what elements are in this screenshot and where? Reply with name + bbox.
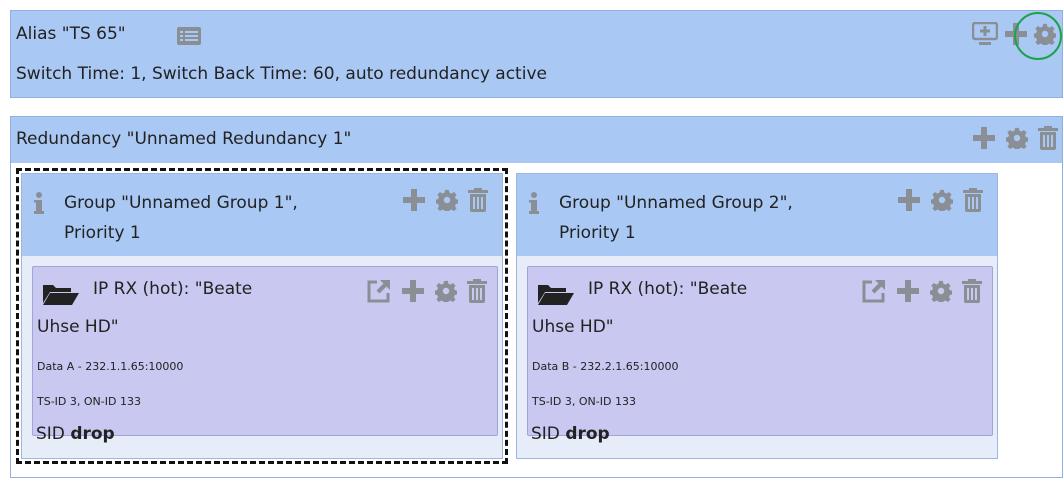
plus-icon[interactable] bbox=[897, 188, 921, 212]
plus-icon[interactable] bbox=[972, 126, 996, 150]
group-title-line2: Priority 1 bbox=[559, 223, 636, 243]
sid-label: SID bbox=[531, 424, 560, 444]
group-toolbar bbox=[402, 188, 488, 212]
folder-open-icon bbox=[538, 283, 574, 305]
group-title-line1: Group "Unnamed Group 1", bbox=[64, 193, 298, 213]
gear-icon[interactable] bbox=[930, 280, 952, 302]
redundancy-title: Redundancy "Unnamed Redundancy 1" bbox=[16, 129, 352, 149]
group-title: Group "Unnamed Group 2", Priority 1 bbox=[559, 188, 793, 248]
group-title: Group "Unnamed Group 1", Priority 1 bbox=[64, 188, 298, 248]
external-link-icon[interactable] bbox=[862, 279, 886, 303]
gear-icon[interactable] bbox=[435, 280, 457, 302]
card-title-line1: IP RX (hot): "Beate bbox=[93, 279, 253, 299]
group-title-line2: Priority 1 bbox=[64, 223, 141, 243]
group-header: Group "Unnamed Group 1", Priority 1 bbox=[22, 174, 502, 256]
card-data-address: Data B - 232.2.1.65:10000 bbox=[532, 360, 679, 373]
gear-icon[interactable] bbox=[1006, 127, 1028, 149]
folder-open-icon bbox=[43, 283, 79, 305]
card-title-line1: IP RX (hot): "Beate bbox=[588, 279, 748, 299]
sid-label: SID bbox=[36, 424, 65, 444]
trash-icon[interactable] bbox=[468, 188, 488, 212]
card-toolbar bbox=[367, 279, 487, 303]
info-icon[interactable] bbox=[529, 192, 539, 214]
redundancy-toolbar bbox=[972, 126, 1058, 150]
plus-icon[interactable] bbox=[401, 279, 425, 303]
trash-icon[interactable] bbox=[1038, 126, 1058, 150]
card-sid: SID drop bbox=[36, 424, 115, 444]
alias-panel: Alias "TS 65" Switch Time: 1, Switch Bac… bbox=[10, 10, 1063, 98]
card-title-line2: Uhse HD" bbox=[532, 317, 614, 337]
trash-icon[interactable] bbox=[467, 279, 487, 303]
list-icon[interactable] bbox=[177, 27, 201, 45]
input-card[interactable]: IP RX (hot): "Beate Uhse HD" Data B - 23… bbox=[527, 266, 993, 436]
monitor-add-icon[interactable] bbox=[972, 22, 998, 46]
card-title-line2: Uhse HD" bbox=[37, 317, 119, 337]
card-sid: SID drop bbox=[531, 424, 610, 444]
gear-highlight-circle bbox=[1014, 12, 1062, 60]
gear-icon[interactable] bbox=[436, 189, 458, 211]
external-link-icon[interactable] bbox=[367, 279, 391, 303]
group-header: Group "Unnamed Group 2", Priority 1 bbox=[517, 174, 997, 256]
gear-icon[interactable] bbox=[931, 189, 953, 211]
sid-value: drop bbox=[70, 424, 115, 444]
card-toolbar bbox=[862, 279, 982, 303]
input-card[interactable]: IP RX (hot): "Beate Uhse HD" Data A - 23… bbox=[32, 266, 498, 436]
card-data-address: Data A - 232.1.1.65:10000 bbox=[37, 360, 184, 373]
info-icon[interactable] bbox=[34, 192, 44, 214]
alias-title: Alias "TS 65" bbox=[16, 24, 126, 44]
group-2[interactable]: Group "Unnamed Group 2", Priority 1 IP R… bbox=[516, 173, 998, 459]
alias-subtitle: Switch Time: 1, Switch Back Time: 60, au… bbox=[16, 64, 547, 84]
plus-icon[interactable] bbox=[402, 188, 426, 212]
card-ts-id: TS-ID 3, ON-ID 133 bbox=[37, 395, 141, 408]
trash-icon[interactable] bbox=[962, 279, 982, 303]
group-title-line1: Group "Unnamed Group 2", bbox=[559, 193, 793, 213]
trash-icon[interactable] bbox=[963, 188, 983, 212]
group-1[interactable]: Group "Unnamed Group 1", Priority 1 IP R… bbox=[16, 168, 508, 464]
redundancy-panel: Redundancy "Unnamed Redundancy 1" Group … bbox=[10, 116, 1063, 478]
plus-icon[interactable] bbox=[896, 279, 920, 303]
sid-value: drop bbox=[565, 424, 610, 444]
redundancy-header: Redundancy "Unnamed Redundancy 1" bbox=[11, 117, 1062, 163]
group-toolbar bbox=[897, 188, 983, 212]
card-ts-id: TS-ID 3, ON-ID 133 bbox=[532, 395, 636, 408]
